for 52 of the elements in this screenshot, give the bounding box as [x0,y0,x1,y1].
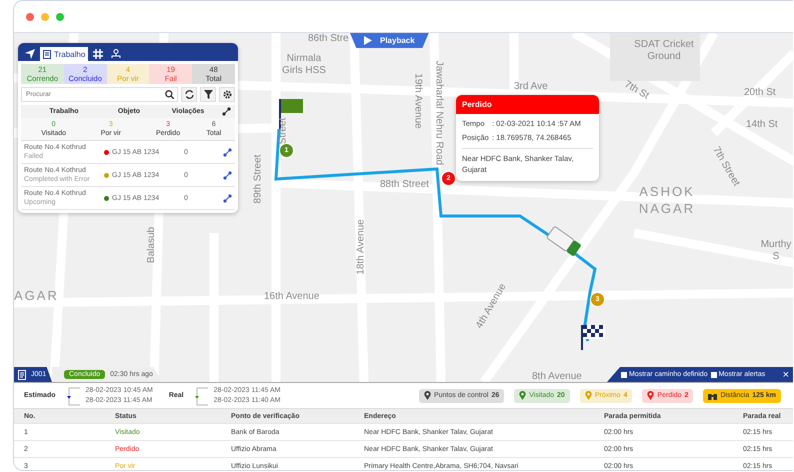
map-label: 18th Avenue [356,219,368,275]
map-label: Jawaharlal Nehru Road [432,60,444,166]
settings-icon [222,90,232,99]
map-label: 14th St [746,119,778,131]
bracket-line [68,387,80,405]
map-label: 8th Avenue [532,371,582,382]
map-label: 20th St [744,87,776,99]
map-label: 16th Avenue [264,291,320,303]
pin-icon [424,391,431,400]
refresh-icon [184,90,194,99]
map-label: 86th Stre [308,33,349,45]
hierarchy-icon [111,49,122,59]
playback-button[interactable]: Playback [350,33,429,48]
map-label: Street [277,118,290,144]
map-label: Balasub [146,226,158,264]
clipboard-icon [43,49,51,59]
map-label: 88th Street [380,179,429,191]
grid-icon [93,49,104,59]
panel-tab[interactable]: Trabalho [40,47,88,61]
map-label: SDAT Cricket Ground [633,39,695,63]
pin-icon [647,391,654,400]
popup-title: Perdido [456,95,599,114]
map-label: AGAR [14,287,59,304]
truck-icon [546,226,582,257]
map-label: Nirmala Girls HSS [281,53,327,77]
route-share-icon[interactable] [222,107,231,116]
map-label: 19th Avenue [412,73,424,129]
map-label: 7th St [622,79,651,102]
document-icon [18,370,27,380]
play-icon [364,36,372,45]
maximize-dot[interactable] [56,12,64,20]
bracket-line [196,387,208,405]
pin-icon [584,391,592,400]
refresh-button[interactable] [181,87,197,102]
pin-icon [519,391,526,400]
route-share-icon[interactable] [223,148,232,156]
map-label: Murthy S [760,239,792,263]
checkered-flag-icon [581,325,605,350]
route-share-icon[interactable] [223,170,232,180]
navigation-icon [25,49,35,59]
map-label: ASHOK NAGAR [638,183,696,217]
close-dot[interactable] [26,12,34,20]
close-button[interactable]: × [778,368,793,380]
filter-icon [204,90,212,99]
search-icon [165,90,174,99]
map-label: 3rd Ave [514,81,548,93]
filter-button[interactable] [200,87,216,102]
binoculars-icon [708,392,718,400]
map-label: 89th Street [252,154,264,204]
settings-button[interactable] [219,87,235,102]
route-share-icon[interactable] [223,194,232,202]
minimize-dot[interactable] [41,12,49,20]
